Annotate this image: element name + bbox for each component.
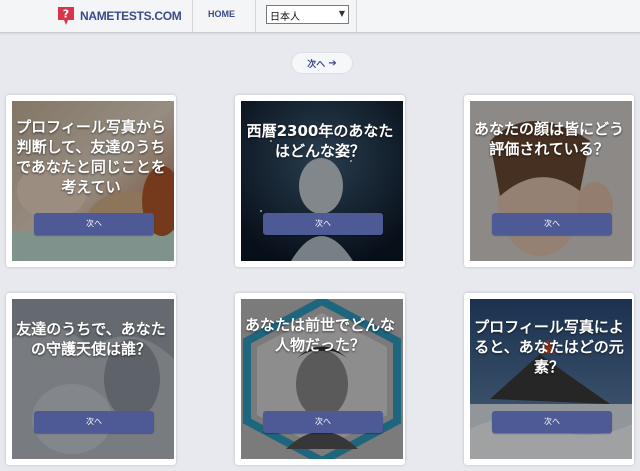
header-divider — [255, 0, 256, 32]
site-logo[interactable]: ? NAMETESTS.COM — [56, 4, 182, 28]
nav-home-link[interactable]: HOME — [208, 9, 235, 19]
language-selected-value: 日本人 — [270, 12, 300, 23]
chevron-down-icon: ▼ — [338, 9, 345, 18]
header-divider — [356, 0, 357, 32]
quiz-card-title: プロフィール写真によると、あなたはどの元素？ — [474, 318, 624, 376]
question-badge-icon: ? — [58, 7, 74, 25]
quiz-card-1[interactable]: プロフィール写真から判断して、友達のうちであなたと同じことを考えてい 次へ — [6, 95, 176, 267]
quiz-card-next-button[interactable]: 次へ — [263, 213, 383, 235]
svg-text:?: ? — [63, 8, 69, 21]
header-divider — [192, 0, 193, 32]
quiz-card-next-button[interactable]: 次へ — [492, 213, 612, 235]
quiz-card-next-button[interactable]: 次へ — [34, 411, 154, 433]
quiz-card-6[interactable]: プロフィール写真によると、あなたはどの元素？ 次へ — [464, 293, 634, 465]
quiz-card-title: 友達のうちで、あなたの守護天使は誰？ — [16, 320, 166, 358]
arrow-right-icon: ➔ — [328, 57, 337, 69]
logo-text: NAMETESTS.COM — [80, 9, 182, 23]
language-select[interactable]: 日本人 ▼ — [266, 5, 349, 24]
quiz-card-next-button[interactable]: 次へ — [263, 411, 383, 433]
quiz-card-title: 西暦2300年のあなたはどんな姿？ — [246, 122, 394, 160]
quiz-card-3[interactable]: あなたの顔は皆にどう評価されている？ 次へ — [464, 95, 634, 267]
quiz-card-next-button[interactable]: 次へ — [492, 411, 612, 433]
quiz-card-next-button[interactable]: 次へ — [34, 213, 154, 235]
quiz-card-title: プロフィール写真から判断して、友達のうちであなたと同じことを考えてい — [16, 118, 166, 196]
top-next-label: 次へ — [307, 59, 326, 70]
quiz-card-title: あなたの顔は皆にどう評価されている？ — [473, 120, 624, 158]
quiz-card-5[interactable]: あなたは前世でどんな人物だった？ 次へ — [235, 293, 405, 465]
quiz-card-2[interactable]: 西暦2300年のあなたはどんな姿？ 次へ — [235, 95, 405, 267]
quiz-card-4[interactable]: 友達のうちで、あなたの守護天使は誰？ 次へ — [6, 293, 176, 465]
quiz-card-title: あなたは前世でどんな人物だった？ — [244, 316, 395, 354]
top-header: ? NAMETESTS.COM HOME 日本人 ▼ — [0, 0, 640, 33]
top-next-button[interactable]: 次へ ➔ — [291, 52, 353, 74]
